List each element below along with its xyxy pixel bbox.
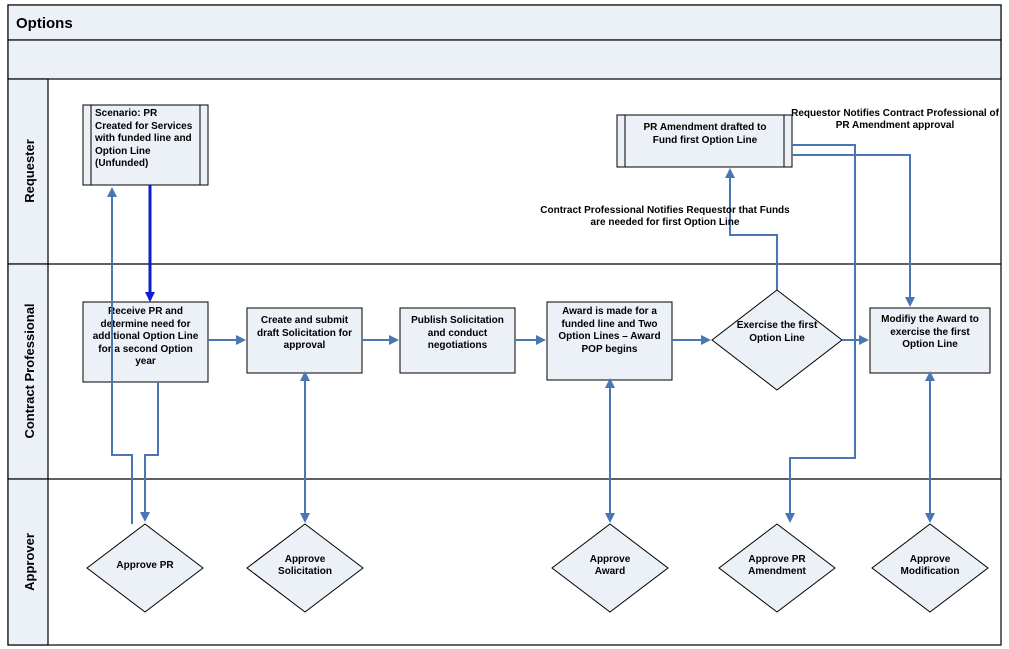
note-requestor-notifies: Requestor Notifies Contract Professional… <box>790 108 1000 132</box>
pr-amendment-text: PR Amendment drafted to Fund first Optio… <box>630 121 780 147</box>
connector-requestor-notifies <box>792 155 910 305</box>
connector-receive-to-approvepr <box>145 382 158 520</box>
approve-modification-text: Approve Modification <box>895 554 965 578</box>
lane-approver-label: Approver <box>22 533 37 591</box>
award-text: Award is made for a funded line and Two … <box>551 306 668 356</box>
create-solicitation-text: Create and submit draft Solicitation for… <box>251 315 358 353</box>
scenario-text: Scenario: PR Created for Services with f… <box>95 108 197 171</box>
lane-contract-label: Contract Professional <box>22 303 37 438</box>
lane-requester-label: Requester <box>22 139 37 203</box>
approve-award-text: Approve Award <box>575 554 645 578</box>
page-title: Options <box>16 15 73 32</box>
publish-text: Publish Solicitation and conduct negotia… <box>404 315 511 353</box>
approve-pr-amendment-text: Approve PR Amendment <box>742 554 812 578</box>
note-contract-notifies: Contract Professional Notifies Requestor… <box>540 205 790 229</box>
modify-text: Modifiy the Award to exercise the first … <box>874 314 986 352</box>
exercise-text: Exercise the first Option Line <box>732 320 822 345</box>
approve-pr-text: Approve PR <box>110 560 180 571</box>
approve-solicitation-text: Approve Solicitation <box>270 554 340 578</box>
receive-pr-text: Receive PR and determine need for additi… <box>87 306 204 369</box>
